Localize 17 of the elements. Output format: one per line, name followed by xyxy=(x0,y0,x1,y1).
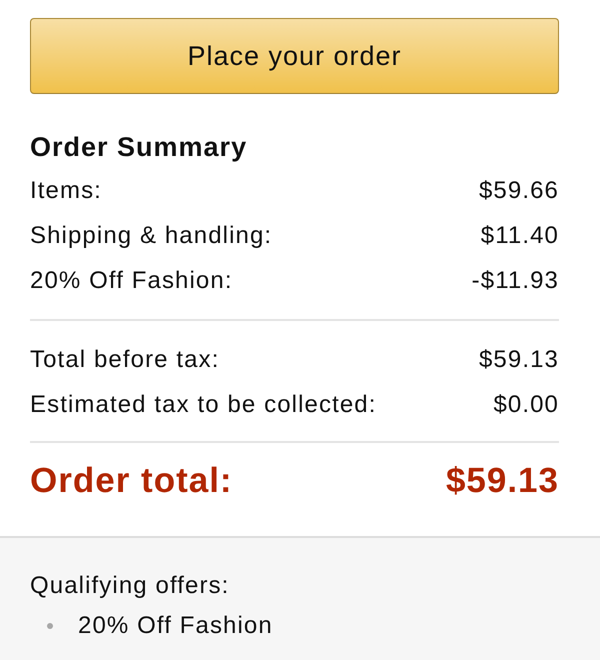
summary-label: Estimated tax to be collected: xyxy=(30,390,376,418)
summary-amount: $59.13 xyxy=(478,346,559,374)
summary-label: Total before tax: xyxy=(30,346,220,374)
order-total-amount: $59.13 xyxy=(446,460,559,500)
order-total-label: Order total: xyxy=(30,460,233,500)
summary-title: Order Summary xyxy=(30,131,248,164)
summary-amount: $0.00 xyxy=(493,390,559,418)
summary-label: Shipping & handling: xyxy=(30,222,272,250)
offers-title: Qualifying offers: xyxy=(30,571,230,601)
place-order-button[interactable]: Place your order xyxy=(30,18,559,94)
summary-amount: -$11.93 xyxy=(472,266,559,294)
summary-amount: $59.66 xyxy=(478,176,559,204)
summary-label: Items: xyxy=(30,176,102,204)
bullet-icon xyxy=(47,623,53,629)
offer-text: 20% Off Fashion xyxy=(78,612,273,640)
summary-amount: $11.40 xyxy=(480,222,559,250)
summary-label: 20% Off Fashion: xyxy=(30,266,233,294)
